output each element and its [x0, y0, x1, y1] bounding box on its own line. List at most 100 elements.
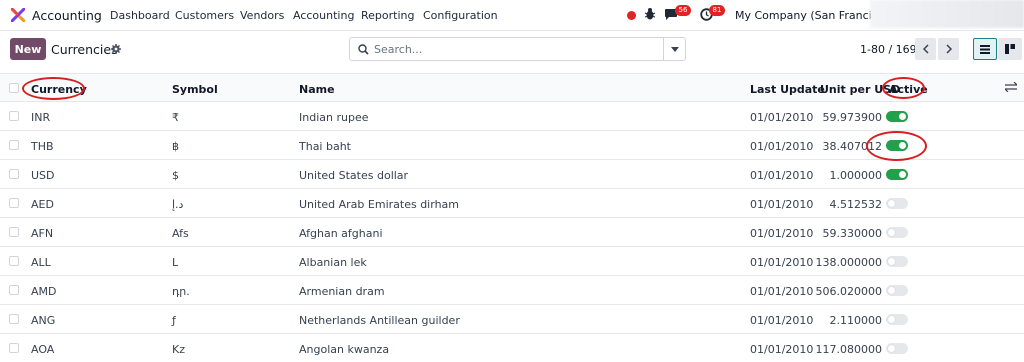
active-toggle[interactable] [886, 169, 908, 180]
active-toggle[interactable] [886, 227, 908, 238]
table-row[interactable]: THB ฿ Thai baht 01/01/2010 38.407012 [0, 131, 1024, 160]
active-toggle[interactable] [886, 111, 908, 122]
cell-symbol: L [172, 256, 179, 269]
toggle-knob [888, 287, 895, 294]
cell-symbol: ฿ [172, 140, 179, 153]
menu-accounting[interactable]: Accounting [293, 9, 354, 22]
table-row[interactable]: AED د.إ United Arab Emirates dirham 01/01/2… [0, 189, 1024, 218]
top-navbar: Accounting Dashboard Customers Vendors A… [0, 0, 1024, 31]
column-header-symbol[interactable]: Symbol [172, 83, 218, 96]
row-checkbox[interactable] [9, 314, 19, 324]
table-row[interactable]: AFN Afs Afghan afghani 01/01/2010 59.330000 [0, 218, 1024, 247]
cell-unit-per-usd: 2.110000 [829, 314, 883, 327]
cell-unit-per-usd: 1.000000 [829, 169, 883, 182]
cell-symbol: د.إ [172, 198, 184, 211]
cell-name: Thai baht [299, 140, 351, 153]
row-checkbox[interactable] [9, 198, 19, 208]
bug-icon[interactable] [644, 7, 656, 21]
cell-name: Angolan kwanza [299, 343, 390, 356]
cell-currency: INR [31, 111, 51, 124]
cell-symbol: Afs [172, 227, 189, 240]
cell-name: United States dollar [299, 169, 409, 182]
table-row[interactable]: INR ₹ Indian rupee 01/01/2010 59.973900 [0, 102, 1024, 131]
kanban-view-button[interactable] [998, 38, 1022, 60]
cell-name: Netherlands Antillean guilder [299, 314, 460, 327]
search-icon [358, 44, 369, 55]
row-checkbox[interactable] [9, 169, 19, 179]
cell-currency: AMD [31, 285, 57, 298]
cell-symbol: $ [172, 169, 179, 182]
cell-unit-per-usd: 138.000000 [815, 256, 882, 269]
toggle-knob [899, 142, 906, 149]
cell-symbol: ƒ [172, 314, 176, 327]
kanban-view-icon [1005, 44, 1015, 54]
user-menu-blurred[interactable] [870, 0, 1024, 28]
active-toggle[interactable] [886, 314, 908, 325]
cell-symbol: դր. [172, 285, 190, 298]
app-logo-icon[interactable] [11, 8, 25, 22]
menu-customers[interactable]: Customers [175, 9, 234, 22]
search-input[interactable] [374, 41, 654, 57]
chevron-right-icon [945, 44, 952, 54]
active-toggle[interactable] [886, 343, 908, 354]
menu-dashboard[interactable]: Dashboard [110, 9, 170, 22]
menu-vendors[interactable]: Vendors [240, 9, 284, 22]
row-checkbox[interactable] [9, 140, 19, 150]
row-checkbox[interactable] [9, 256, 19, 266]
table-row[interactable]: AMD դր. Armenian dram 01/01/2010 506.020000 [0, 276, 1024, 305]
table-row[interactable]: ANG ƒ Netherlands Antillean guilder 01/01/2… [0, 305, 1024, 334]
cell-currency: USD [31, 169, 55, 182]
cell-unit-per-usd: 117.080000 [815, 343, 882, 356]
search-options-toggle[interactable] [663, 38, 685, 60]
toggle-knob [899, 171, 906, 178]
cell-name: Albanian lek [299, 256, 367, 269]
toggle-knob [888, 229, 895, 236]
cell-name: Indian rupee [299, 111, 369, 124]
select-all-checkbox[interactable] [9, 83, 19, 93]
active-toggle[interactable] [886, 198, 908, 209]
list-view-icon [980, 44, 990, 54]
cell-symbol: Kz [172, 343, 185, 356]
row-checkbox[interactable] [9, 343, 19, 353]
menu-configuration[interactable]: Configuration [423, 9, 498, 22]
active-toggle[interactable] [886, 285, 908, 296]
pager-value[interactable]: 1-80 / 169 [860, 43, 917, 56]
cell-unit-per-usd: 59.330000 [822, 227, 883, 240]
record-icon[interactable] [627, 11, 636, 20]
row-checkbox[interactable] [9, 111, 19, 121]
list-view-button[interactable] [973, 38, 997, 60]
column-header-last-update[interactable]: Last Update [750, 83, 825, 96]
column-header-active[interactable]: Active [889, 83, 928, 96]
table-row[interactable]: AOA Kz Angolan kwanza 01/01/2010 117.080000 [0, 334, 1024, 362]
gear-icon[interactable] [111, 44, 121, 54]
chevron-down-icon [670, 46, 679, 52]
table-row[interactable]: ALL L Albanian lek 01/01/2010 138.000000 [0, 247, 1024, 276]
active-toggle[interactable] [886, 256, 908, 267]
cell-currency: AOA [31, 343, 55, 356]
cell-currency: ALL [31, 256, 51, 269]
cell-currency: AED [31, 198, 54, 211]
active-toggle[interactable] [886, 140, 908, 151]
pager-previous-button[interactable] [915, 38, 936, 60]
search-bar[interactable] [349, 37, 686, 61]
row-checkbox[interactable] [9, 285, 19, 295]
toggle-knob [888, 345, 895, 352]
pager-next-button[interactable] [938, 38, 959, 60]
column-header-name[interactable]: Name [299, 83, 335, 96]
column-settings-icon[interactable] [1005, 82, 1017, 92]
new-button[interactable]: New [10, 38, 46, 60]
cell-currency: ANG [31, 314, 56, 327]
app-name[interactable]: Accounting [32, 8, 102, 23]
toggle-knob [888, 316, 895, 323]
cell-name: United Arab Emirates dirham [299, 198, 459, 211]
row-checkbox[interactable] [9, 227, 19, 237]
column-header-currency[interactable]: Currency [31, 83, 87, 96]
table-row[interactable]: USD $ United States dollar 01/01/2010 1.0000… [0, 160, 1024, 189]
toggle-knob [888, 200, 895, 207]
chat-badge: 56 [675, 5, 691, 16]
chevron-left-icon [922, 44, 929, 54]
table-header: Currency Symbol Name Last Update Unit pe… [0, 73, 1024, 102]
menu-reporting[interactable]: Reporting [361, 9, 414, 22]
cell-unit-per-usd: 506.020000 [815, 285, 882, 298]
cell-unit-per-usd: 59.973900 [822, 111, 883, 124]
